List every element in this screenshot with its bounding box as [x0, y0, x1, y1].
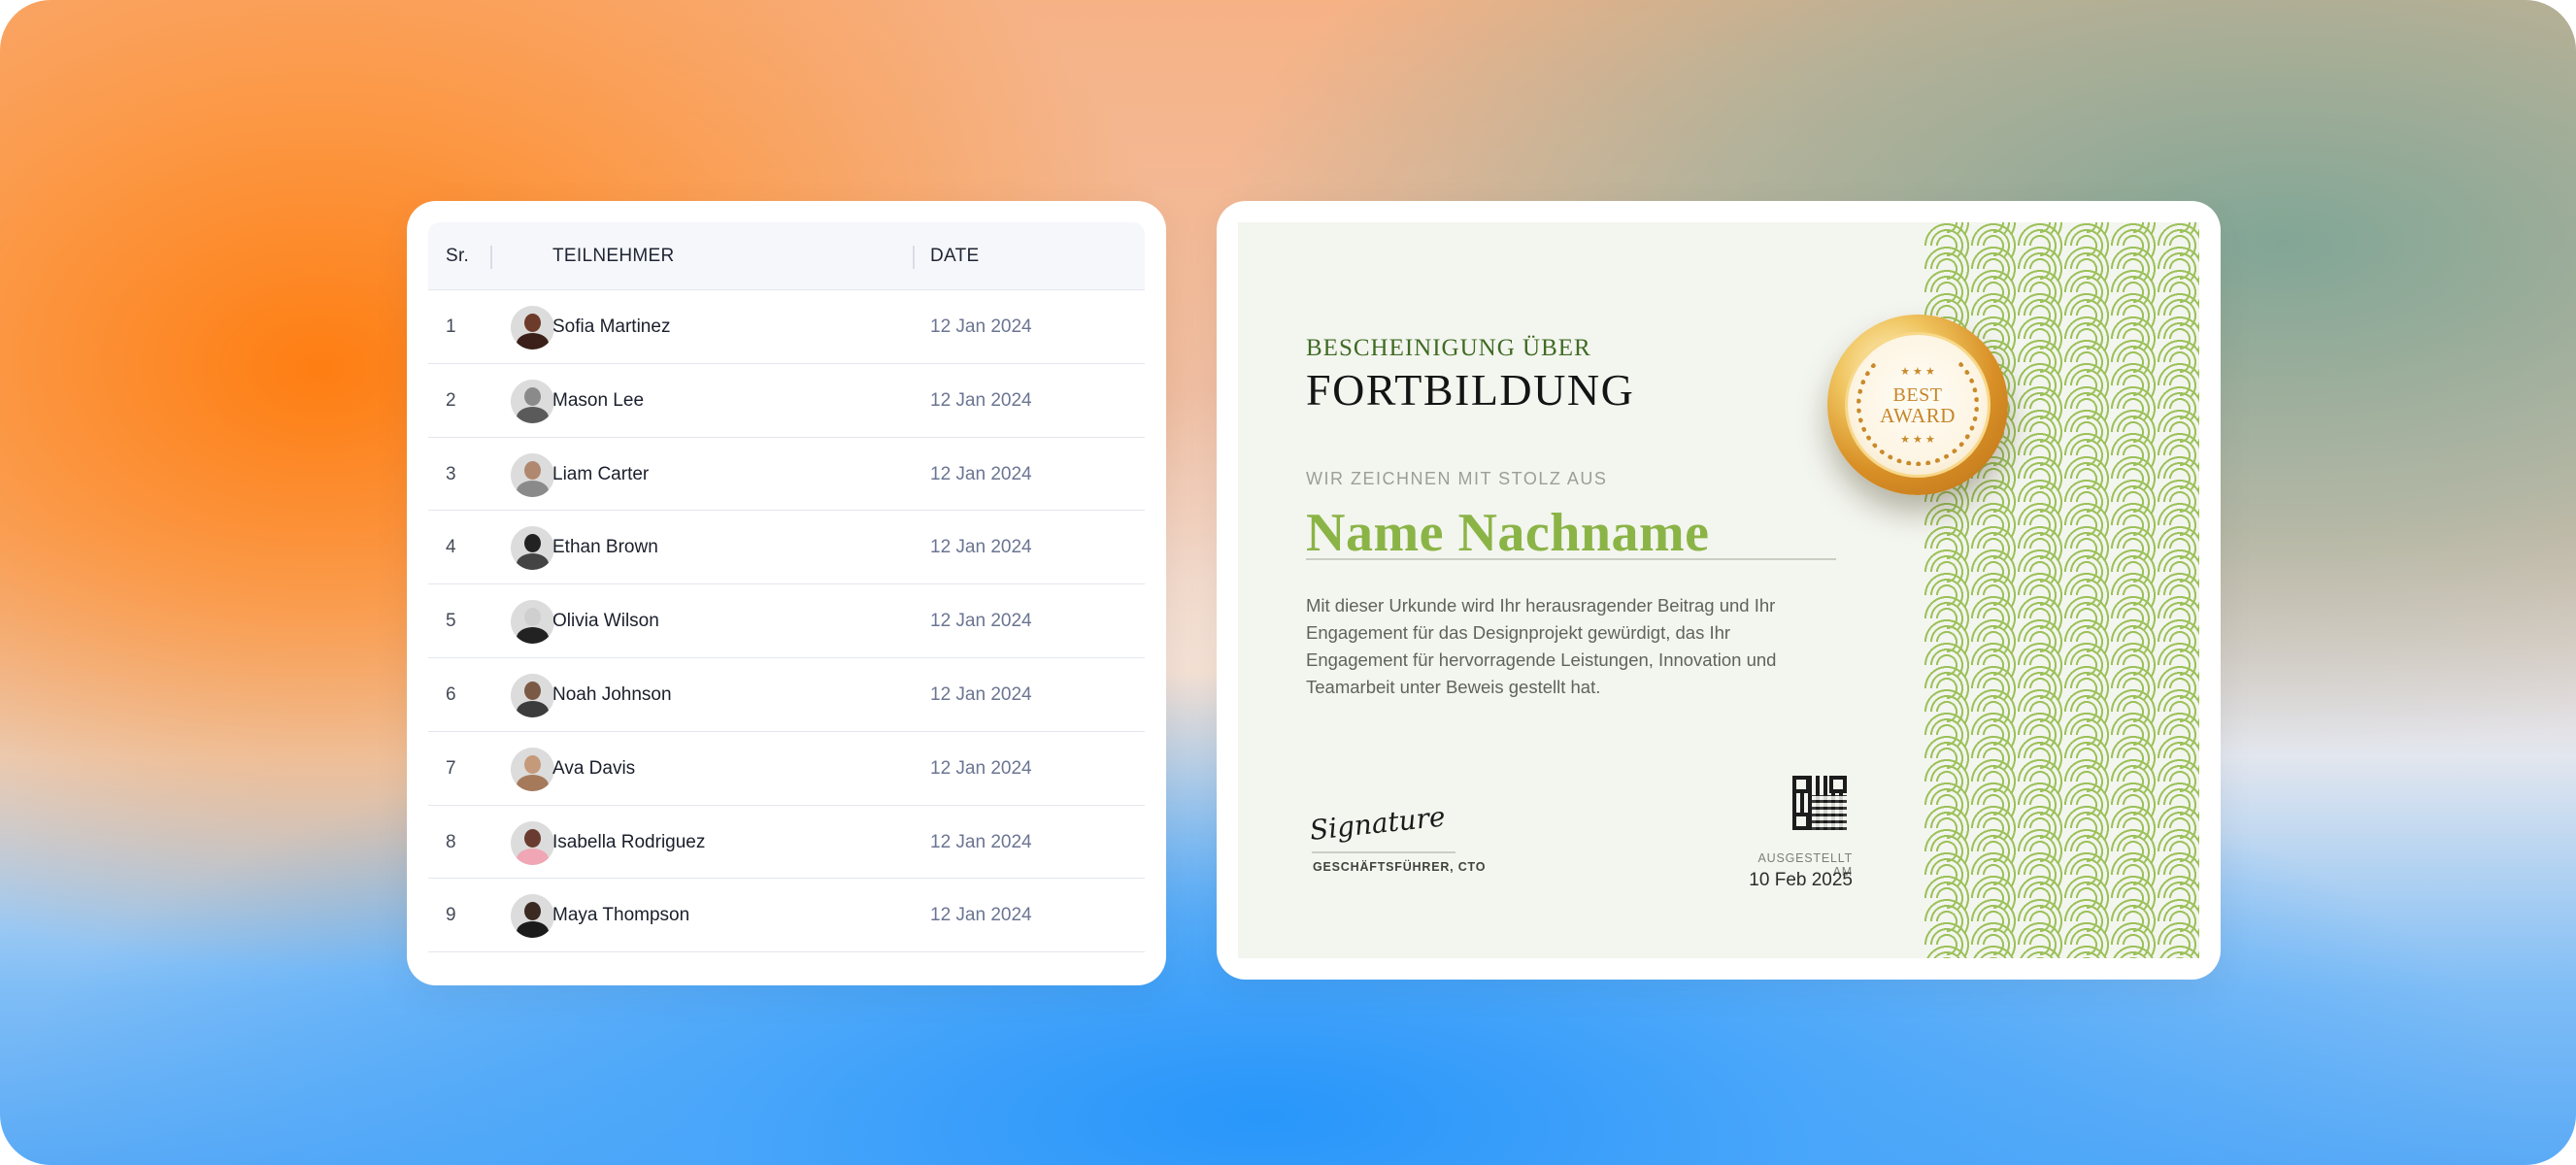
table-row[interactable]: 4 Ethan Brown 12 Jan 2024 [428, 511, 1145, 585]
certificate-kicker: BESCHEINIGUNG ÜBER [1306, 335, 1591, 361]
avatar-body [517, 921, 549, 939]
column-header-sr[interactable]: Sr. [446, 246, 469, 267]
row-number: 8 [446, 831, 456, 852]
row-number: 4 [446, 537, 456, 558]
participant-name[interactable]: Noah Johnson [552, 684, 672, 706]
participant-name[interactable]: Sofia Martinez [552, 316, 670, 338]
avatar[interactable] [511, 747, 554, 791]
avatar[interactable] [511, 452, 554, 497]
avatar[interactable] [511, 894, 554, 939]
participant-date: 12 Jan 2024 [930, 537, 1032, 558]
participant-date: 12 Jan 2024 [930, 316, 1032, 337]
background-canvas: Sr. TEILNEHMER DATE 1 Sofia Martinez 12 Ja… [0, 0, 2576, 1165]
table-header: Sr. TEILNEHMER DATE [428, 222, 1145, 290]
avatar-head [524, 828, 541, 848]
recipient-name: Name Nachname [1306, 503, 1710, 563]
certificate-title: FORTBILDUNG [1306, 365, 1635, 415]
participant-date: 12 Jan 2024 [930, 463, 1032, 484]
participant-date: 12 Jan 2024 [930, 389, 1032, 411]
participant-date: 12 Jan 2024 [930, 611, 1032, 632]
avatar[interactable] [511, 673, 554, 717]
badge-stars: ★ ★ ★ [1900, 366, 1935, 378]
badge-text-award: AWARD [1880, 404, 1956, 427]
column-divider [913, 246, 915, 269]
table-row[interactable]: 5 Olivia Wilson 12 Jan 2024 [428, 584, 1145, 658]
table-row[interactable]: 7 Ava Davis 12 Jan 2024 [428, 732, 1145, 806]
avatar-body [517, 553, 549, 571]
qr-code-icon [1792, 776, 1847, 830]
participant-name[interactable]: Mason Lee [552, 390, 644, 412]
column-header-date[interactable]: DATE [930, 246, 979, 267]
avatar-head [524, 314, 541, 332]
avatar-body [517, 848, 549, 865]
avatar[interactable] [511, 379, 554, 423]
badge-stars: ★ ★ ★ [1900, 434, 1935, 446]
avatar[interactable] [511, 306, 554, 350]
column-divider [490, 246, 492, 269]
row-number: 9 [446, 905, 456, 926]
avatar[interactable] [511, 600, 554, 645]
row-number: 6 [446, 683, 456, 705]
table-row[interactable]: 3 Liam Carter 12 Jan 2024 [428, 438, 1145, 512]
avatar-body [517, 774, 549, 791]
avatar-body [517, 480, 549, 497]
avatar-head [524, 608, 541, 627]
table-row[interactable]: 1 Sofia Martinez 12 Jan 2024 [428, 290, 1145, 364]
table-row[interactable]: 6 Noah Johnson 12 Jan 2024 [428, 658, 1145, 732]
participant-name[interactable]: Maya Thompson [552, 905, 689, 926]
avatar-head [524, 460, 541, 480]
avatar[interactable] [511, 526, 554, 571]
participant-date: 12 Jan 2024 [930, 757, 1032, 779]
signature-role: GESCHÄFTSFÜHRER, CTO [1313, 860, 1487, 874]
row-number: 3 [446, 463, 456, 484]
column-header-participant[interactable]: TEILNEHMER [552, 246, 674, 267]
avatar-body [517, 700, 549, 717]
signature-line [1312, 851, 1455, 853]
avatar[interactable] [511, 820, 554, 865]
participant-date: 12 Jan 2024 [930, 831, 1032, 852]
certificate: BESCHEINIGUNG ÜBER FORTBILDUNG WIR ZEICH… [1238, 222, 2199, 958]
table-row[interactable]: 8 Isabella Rodriguez 12 Jan 2024 [428, 806, 1145, 880]
participant-name[interactable]: Liam Carter [552, 464, 649, 485]
row-number: 5 [446, 611, 456, 632]
certificate-description: Mit dieser Urkunde wird Ihr herausragend… [1306, 595, 1777, 697]
row-number: 2 [446, 389, 456, 411]
participant-name[interactable]: Isabella Rodriguez [552, 832, 705, 853]
award-badge-icon: ★ ★ ★ BEST AWARD ★ ★ ★ [1827, 315, 2008, 495]
avatar-body [517, 333, 549, 350]
avatar-head [524, 902, 541, 921]
participants-table-card: Sr. TEILNEHMER DATE 1 Sofia Martinez 12 Ja… [407, 201, 1166, 985]
row-number: 7 [446, 757, 456, 779]
avatar-body [517, 406, 549, 423]
table-row[interactable]: 9 Maya Thompson 12 Jan 2024 [428, 879, 1145, 953]
avatar-head [524, 754, 541, 774]
avatar-head [524, 534, 541, 553]
avatar-head [524, 386, 541, 406]
avatar-head [524, 681, 541, 700]
participant-name[interactable]: Ava Davis [552, 758, 635, 780]
issued-date: 10 Feb 2025 [1749, 870, 1853, 890]
certificate-proud-line: WIR ZEICHNEN MIT STOLZ AUS [1306, 469, 1608, 488]
participant-date: 12 Jan 2024 [930, 683, 1032, 705]
signature: Signature [1308, 800, 1447, 847]
participant-name[interactable]: Olivia Wilson [552, 611, 659, 632]
participant-name[interactable]: Ethan Brown [552, 537, 658, 558]
avatar-body [517, 627, 549, 645]
certificate-card: BESCHEINIGUNG ÜBER FORTBILDUNG WIR ZEICH… [1217, 201, 2221, 980]
participant-date: 12 Jan 2024 [930, 905, 1032, 926]
table-body: 1 Sofia Martinez 12 Jan 2024 2 Mason Lee 12 J… [428, 290, 1145, 953]
name-underline [1306, 558, 1836, 560]
table-row[interactable]: 2 Mason Lee 12 Jan 2024 [428, 364, 1145, 438]
row-number: 1 [446, 316, 456, 337]
